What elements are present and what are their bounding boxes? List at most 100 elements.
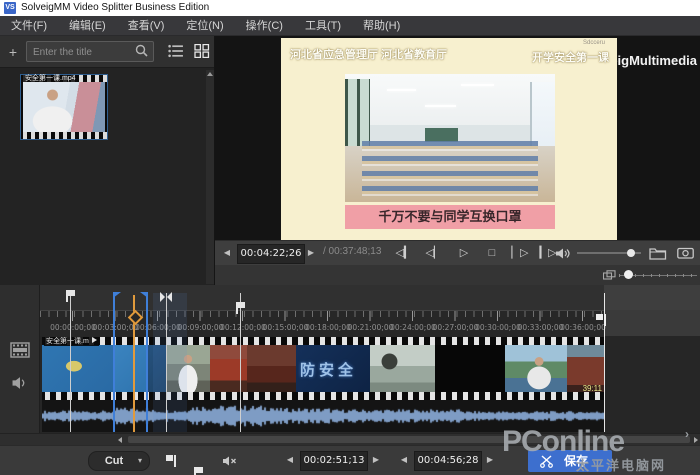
grid-view-icon[interactable]	[194, 44, 210, 58]
menu-item[interactable]: 文件(F)	[0, 16, 58, 36]
snapshot-camera-icon[interactable]	[677, 246, 694, 259]
volume-slider-knob[interactable]	[627, 249, 635, 257]
scroll-left-icon[interactable]	[118, 437, 122, 443]
audio-track[interactable]	[42, 400, 604, 432]
menu-bar: 文件(F)编辑(E)查看(V)定位(N)操作(C)工具(T)帮助(H)	[0, 16, 700, 36]
bottom-control-bar: Cut ▾ ◀ 00:02:51;13 ▶ ◀ 00:04:56;28 ▶ 保存	[0, 445, 700, 475]
previous-marker-button[interactable]: ◁▎	[393, 244, 415, 262]
timeline-track-gutter	[0, 285, 40, 433]
classroom-photo	[345, 74, 555, 202]
total-duration-label: / 00:37:48;13	[323, 246, 381, 257]
thumb-title-card: 防安全	[296, 345, 370, 392]
window-title: SolveigMM Video Splitter Business Editio…	[21, 2, 209, 13]
stop-button[interactable]: □	[481, 244, 503, 262]
video-preview-area: SolveigMultimedia 河北省应急管理厅 河北省教育厅 开学安全第一…	[215, 36, 700, 240]
playback-control-bar: ◀ 00:04:22;26 ▶ / 00:37:48;13 ◁▎ ◁▏ ▷ □ …	[215, 240, 700, 265]
volume-slider[interactable]	[577, 252, 641, 254]
set-start-marker-button[interactable]	[166, 455, 176, 467]
timeline-area: 00:00:00;0000:03:00;0000:06:00;0000:09:0…	[0, 285, 700, 433]
video-track[interactable]: 防安全	[42, 337, 604, 400]
menu-item[interactable]: 操作(C)	[235, 16, 294, 36]
scissors-icon	[540, 454, 554, 468]
current-time-display[interactable]: 00:04:22;26	[237, 244, 305, 264]
selection-in-handle[interactable]	[113, 292, 121, 298]
clip-end-time-label: 39:11	[540, 384, 602, 393]
volume-icon[interactable]	[555, 247, 571, 260]
edit-mode-label: Cut	[105, 455, 123, 467]
filmstrip-sprockets	[42, 337, 604, 345]
step-forward-frame-button[interactable]: ▏▷	[509, 244, 531, 262]
zoom-slider-knob[interactable]	[624, 270, 633, 279]
menu-item[interactable]: 定位(N)	[175, 16, 234, 36]
ruler-after-end	[604, 310, 700, 336]
scroll-up-icon[interactable]	[207, 72, 213, 76]
timeline-zoom-strip	[215, 265, 700, 285]
set-end-marker-button[interactable]	[194, 467, 204, 475]
add-media-button[interactable]: +	[4, 42, 22, 62]
time-step-forward-button[interactable]: ▶	[304, 245, 318, 261]
app-icon: VS	[4, 2, 16, 14]
edit-mode-dropdown[interactable]: Cut ▾	[88, 451, 150, 471]
scroll-right-icon[interactable]	[694, 437, 698, 443]
menu-item[interactable]: 编辑(E)	[58, 16, 117, 36]
library-scrollbar[interactable]	[206, 70, 214, 284]
timeline-marker-flag[interactable]	[66, 290, 76, 302]
media-end-marker[interactable]	[596, 314, 606, 326]
marker-row-after-end	[604, 285, 700, 310]
timeline-clip-label: 安全第一课.m	[44, 337, 99, 346]
slide-header-left: 河北省应急管理厅 河北省教育厅	[290, 46, 447, 62]
menu-item[interactable]: 工具(T)	[294, 16, 352, 36]
fragment-start-time[interactable]: 00:02:51;13	[300, 451, 368, 471]
end-time-decrease-button[interactable]: ◀	[396, 452, 412, 468]
selection-end-line	[146, 293, 148, 432]
marker-line	[70, 293, 71, 432]
open-folder-icon[interactable]	[649, 246, 667, 260]
menu-item[interactable]: 帮助(H)	[352, 16, 411, 36]
timeline-scrollbar[interactable]	[0, 433, 700, 445]
step-back-frame-button[interactable]: ◁▏	[423, 244, 445, 262]
ceiling-light	[425, 105, 457, 107]
thumb-title-text: 防安全	[300, 359, 357, 380]
library-toolbar: +	[0, 36, 214, 68]
timeline-marker-row[interactable]	[40, 285, 700, 310]
library-clip-item[interactable]: 安全第一课.mp4 09:11	[20, 74, 108, 140]
paired-marker[interactable]	[160, 292, 172, 302]
video-track-icon	[10, 342, 30, 358]
fragment-end-time[interactable]: 00:04:56;28	[414, 451, 482, 471]
selection-out-handle[interactable]	[140, 292, 148, 298]
clip-cut-icon	[92, 337, 97, 343]
chevron-down-icon: ▾	[138, 452, 142, 470]
scrollbar-thumb[interactable]	[128, 436, 690, 443]
ruler-major-ticks	[72, 311, 604, 321]
thumb-blue-slide	[42, 345, 113, 392]
photo-ceiling	[345, 74, 555, 128]
selection-start-line	[113, 293, 115, 432]
save-button[interactable]: 保存	[528, 450, 612, 472]
ceiling-light	[387, 89, 416, 91]
mute-fragment-icon[interactable]	[222, 455, 238, 467]
start-time-decrease-button[interactable]: ◀	[282, 452, 298, 468]
video-frame: 河北省应急管理厅 河北省教育厅 开学安全第一课 Sdcceru 千万不要与同学互…	[281, 38, 617, 240]
audio-waveform	[42, 400, 604, 432]
audio-track-icon	[10, 375, 30, 391]
filmstrip-thumbnails: 防安全	[42, 345, 604, 392]
title-bar: VS SolveigMM Video Splitter Business Edi…	[0, 0, 700, 16]
caption-banner: 千万不要与同学互换口罩	[345, 205, 555, 229]
end-time-increase-button[interactable]: ▶	[482, 452, 498, 468]
thumb-classroom	[370, 345, 435, 392]
time-step-back-button[interactable]: ◀	[220, 245, 234, 261]
list-view-icon[interactable]	[168, 44, 184, 58]
library-panel: + 安全第一课.mp4 09:11	[0, 36, 215, 285]
search-icon[interactable]	[135, 44, 148, 57]
start-time-increase-button[interactable]: ▶	[368, 452, 384, 468]
marker-line	[166, 293, 167, 432]
thumb-truck	[210, 345, 247, 392]
caption-text: 千万不要与同学互换口罩	[345, 205, 555, 229]
timeline-marker-flag[interactable]	[236, 302, 246, 314]
search-input[interactable]	[31, 43, 135, 62]
menu-item[interactable]: 查看(V)	[117, 16, 176, 36]
filmstrip-sprockets	[42, 392, 604, 400]
play-button[interactable]: ▷	[453, 244, 475, 262]
app-window: VS SolveigMM Video Splitter Business Edi…	[0, 0, 700, 475]
save-button-label: 保存	[564, 450, 588, 472]
